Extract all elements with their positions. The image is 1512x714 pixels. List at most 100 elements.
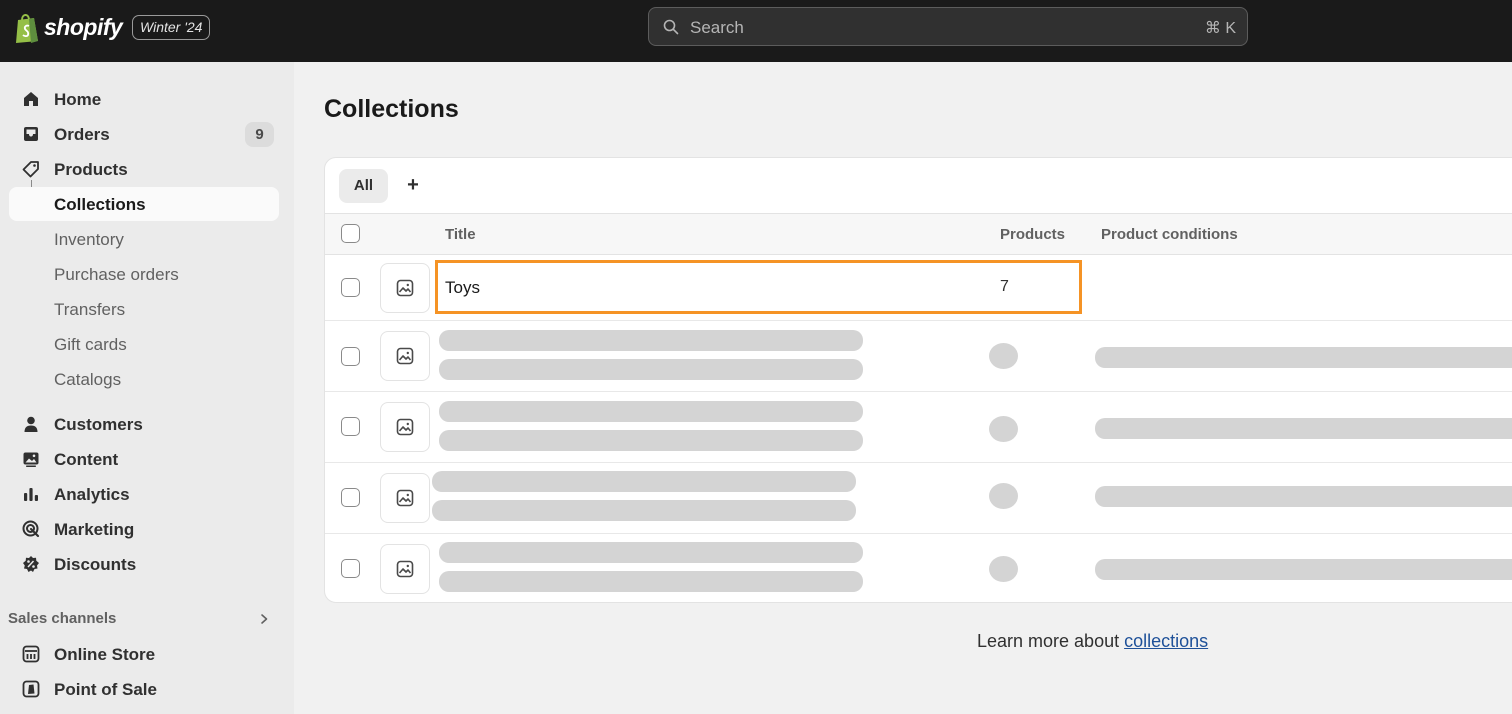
sidebar-item-label: Home bbox=[54, 90, 102, 109]
skeleton-line bbox=[439, 430, 863, 451]
search-shortcut: ⌘ K bbox=[1204, 20, 1236, 37]
skeleton-dot bbox=[989, 556, 1018, 582]
sidebar-item-label: Online Store bbox=[54, 645, 156, 664]
collections-table-card: All + Title Products Product conditions … bbox=[324, 157, 1512, 603]
sidebar-item-inventory[interactable]: Inventory bbox=[9, 222, 279, 256]
sidebar-item-collections[interactable]: Collections bbox=[9, 187, 279, 221]
collection-thumbnail bbox=[380, 402, 430, 452]
select-all-checkbox[interactable] bbox=[341, 224, 360, 243]
sidebar-item-label: Marketing bbox=[54, 520, 135, 539]
sidebar-item-label: Orders bbox=[54, 125, 110, 144]
image-icon bbox=[23, 452, 39, 467]
target-icon bbox=[22, 520, 40, 538]
sales-channels-title[interactable]: Sales channels bbox=[8, 610, 116, 627]
tab-all[interactable]: All bbox=[339, 169, 388, 203]
search-input[interactable]: Search bbox=[690, 18, 744, 38]
sidebar-item-customers[interactable]: Customers bbox=[9, 407, 279, 441]
sidebar-item-home[interactable]: Home bbox=[9, 82, 279, 116]
skeleton-line bbox=[439, 571, 863, 592]
sidebar-item-content[interactable]: Content bbox=[9, 442, 279, 476]
table-row-loading bbox=[325, 392, 1512, 463]
add-view-button[interactable]: + bbox=[403, 174, 423, 197]
sidebar-item-label: Point of Sale bbox=[54, 680, 157, 699]
table-header: Title Products Product conditions bbox=[325, 213, 1512, 255]
pos-icon bbox=[22, 680, 40, 698]
table-row-loading bbox=[325, 534, 1512, 602]
row-checkbox[interactable] bbox=[341, 417, 360, 436]
tag-icon bbox=[22, 161, 39, 178]
row-checkbox[interactable] bbox=[341, 559, 360, 578]
sidebar-item-purchase-orders[interactable]: Purchase orders bbox=[9, 257, 279, 291]
sidebar-item-gift-cards[interactable]: Gift cards bbox=[9, 327, 279, 361]
sidebar-item-online-store[interactable]: Online Store bbox=[9, 637, 279, 671]
row-checkbox[interactable] bbox=[341, 488, 360, 507]
highlight-box bbox=[435, 260, 1082, 314]
sidebar-item-discounts[interactable]: Discounts bbox=[9, 547, 279, 581]
image-placeholder-icon bbox=[396, 560, 414, 578]
sidebar-item-label: Inventory bbox=[54, 230, 124, 249]
orders-count-badge: 9 bbox=[245, 122, 274, 147]
sidebar-item-label: Discounts bbox=[54, 555, 137, 574]
column-header-products[interactable]: Products bbox=[1000, 226, 1065, 243]
collection-thumbnail bbox=[380, 544, 430, 594]
skeleton-line bbox=[432, 500, 856, 521]
person-icon bbox=[24, 416, 38, 432]
sidebar-item-label: Transfers bbox=[54, 300, 126, 319]
sidebar-item-products[interactable]: Products bbox=[9, 152, 279, 186]
collection-thumbnail bbox=[380, 473, 430, 523]
collections-help-link[interactable]: collections bbox=[1124, 631, 1208, 651]
sidebar-item-marketing[interactable]: Marketing bbox=[9, 512, 279, 546]
search-icon bbox=[663, 19, 679, 35]
sidebar-item-catalogs[interactable]: Catalogs bbox=[9, 362, 279, 396]
page-title: Collections bbox=[324, 95, 459, 123]
shopify-bag-icon bbox=[16, 14, 38, 43]
learn-more-prefix: Learn more about bbox=[977, 631, 1125, 651]
sidebar-item-label: Purchase orders bbox=[54, 265, 179, 284]
brand-name: shopify bbox=[44, 14, 123, 40]
sidebar-item-orders[interactable]: Orders 9 bbox=[9, 117, 279, 151]
image-placeholder-icon bbox=[396, 279, 414, 297]
row-checkbox[interactable] bbox=[341, 347, 360, 366]
skeleton-line bbox=[1095, 486, 1512, 507]
sidebar-item-label: Collections bbox=[54, 195, 146, 214]
learn-more-text: Learn more about collections bbox=[977, 631, 1208, 652]
skeleton-line bbox=[439, 401, 863, 422]
skeleton-dot bbox=[989, 343, 1018, 369]
shopify-logo[interactable]: shopify bbox=[14, 12, 123, 43]
skeleton-line bbox=[1095, 559, 1512, 580]
top-bar: shopify Winter '24 Search ⌘ K bbox=[0, 0, 1512, 62]
search-bar[interactable]: Search ⌘ K bbox=[648, 7, 1248, 46]
image-placeholder-icon bbox=[396, 347, 414, 365]
inbox-icon bbox=[24, 127, 38, 141]
skeleton-line bbox=[439, 359, 863, 380]
sidebar-item-label: Gift cards bbox=[54, 335, 127, 354]
sidebar-item-label: Analytics bbox=[54, 485, 130, 504]
sidebar-item-point-of-sale[interactable]: Point of Sale bbox=[9, 672, 279, 706]
sidebar-item-label: Catalogs bbox=[54, 370, 122, 389]
skeleton-dot bbox=[989, 483, 1018, 509]
sidebar-item-analytics[interactable]: Analytics bbox=[9, 477, 279, 511]
skeleton-line bbox=[432, 471, 856, 492]
skeleton-line bbox=[439, 542, 863, 563]
skeleton-line bbox=[1095, 347, 1512, 368]
skeleton-line bbox=[1095, 418, 1512, 439]
column-header-product-conditions[interactable]: Product conditions bbox=[1101, 226, 1238, 243]
image-placeholder-icon bbox=[396, 489, 414, 507]
sidebar-item-transfers[interactable]: Transfers bbox=[9, 292, 279, 326]
sidebar-item-label: Products bbox=[54, 160, 128, 179]
collection-thumbnail bbox=[380, 263, 430, 313]
collection-thumbnail bbox=[380, 331, 430, 381]
edition-badge[interactable]: Winter '24 bbox=[132, 15, 211, 40]
discount-icon bbox=[23, 556, 39, 572]
chevron-right-icon[interactable] bbox=[258, 612, 270, 626]
table-row-loading bbox=[325, 463, 1512, 534]
skeleton-line bbox=[439, 330, 863, 351]
image-placeholder-icon bbox=[396, 418, 414, 436]
row-checkbox[interactable] bbox=[341, 278, 360, 297]
skeleton-dot bbox=[989, 416, 1018, 442]
home-icon bbox=[24, 92, 38, 106]
sidebar-item-label: Customers bbox=[54, 415, 143, 434]
column-header-title[interactable]: Title bbox=[445, 226, 476, 243]
store-icon bbox=[22, 645, 40, 663]
bar-chart-icon bbox=[24, 488, 38, 501]
